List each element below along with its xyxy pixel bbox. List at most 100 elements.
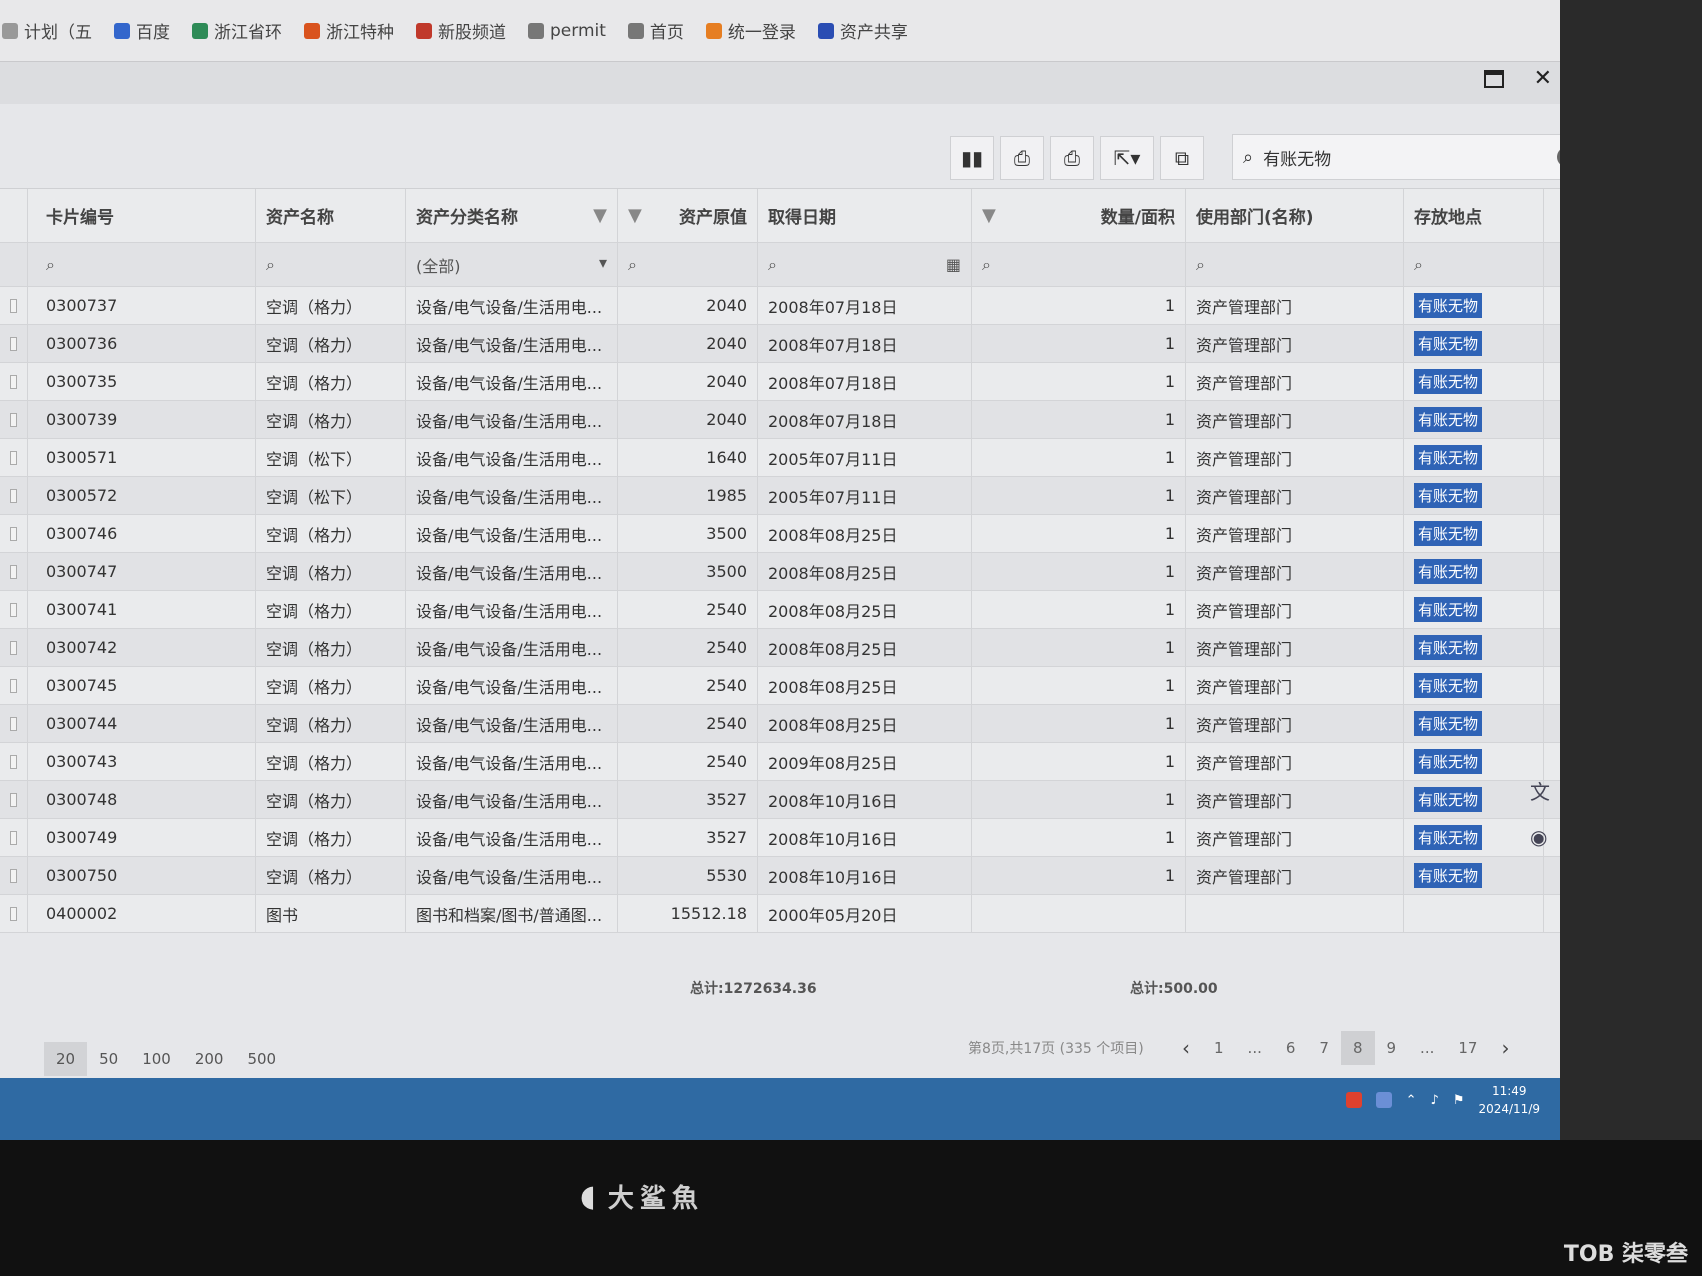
- volume-icon[interactable]: ♪: [1431, 1093, 1439, 1108]
- filter-acq-date[interactable]: ⌕ ▦: [758, 243, 972, 286]
- page-link[interactable]: 7: [1307, 1031, 1341, 1065]
- page-link[interactable]: 9: [1375, 1031, 1409, 1065]
- row-checkbox[interactable]: [10, 412, 17, 427]
- bookmark-item[interactable]: 资产共享: [817, 18, 908, 43]
- chart-button[interactable]: ▮▮: [950, 136, 994, 180]
- clock[interactable]: 11:49 2024/11/9: [1478, 1082, 1540, 1118]
- table-row[interactable]: 0300735 空调（格力） 设备/电气设备/生活用电... 2040 2008年07月…: [0, 363, 1560, 401]
- system-tray: ⌃ ♪ ⚑ 11:49 2024/11/9: [1345, 1082, 1540, 1118]
- close-icon[interactable]: ✕: [1534, 66, 1552, 91]
- row-checkbox[interactable]: [10, 602, 17, 617]
- flag-icon[interactable]: ⚑: [1453, 1093, 1465, 1108]
- table-row[interactable]: 0300571 空调（松下） 设备/电气设备/生活用电... 1640 2005年07月…: [0, 439, 1560, 477]
- filter-orig-value[interactable]: ⌕: [618, 243, 758, 286]
- row-checkbox[interactable]: [10, 792, 17, 807]
- table-row[interactable]: 0400002 图书 图书和档案/图书/普通图... 15512.18 2000年05月…: [0, 895, 1560, 933]
- table-row[interactable]: 0300742 空调（格力） 设备/电气设备/生活用电... 2540 2008年08月…: [0, 629, 1560, 667]
- header-acq-date[interactable]: 取得日期: [758, 189, 972, 242]
- row-checkbox[interactable]: [10, 906, 17, 921]
- page-size-option[interactable]: 20: [44, 1042, 88, 1076]
- network-icon[interactable]: ⌃: [1406, 1093, 1417, 1108]
- filter-icon[interactable]: ▼: [593, 205, 607, 226]
- header-dept[interactable]: 使用部门(名称): [1186, 189, 1404, 242]
- table-row[interactable]: 0300749 空调（格力） 设备/电气设备/生活用电... 3527 2008年10月…: [0, 819, 1560, 857]
- bookmark-item[interactable]: 浙江特种: [304, 18, 394, 43]
- filter-asset-name[interactable]: ⌕: [256, 243, 406, 286]
- row-select-cell: [0, 325, 28, 362]
- row-checkbox[interactable]: [10, 450, 17, 465]
- page-size-option[interactable]: 500: [235, 1042, 288, 1076]
- table-row[interactable]: 0300737 空调（格力） 设备/电气设备/生活用电... 2040 2008年07月…: [0, 287, 1560, 325]
- filter-icon[interactable]: ▼: [982, 205, 996, 226]
- row-checkbox[interactable]: [10, 868, 17, 883]
- table-row[interactable]: 0300736 空调（格力） 设备/电气设备/生活用电... 2040 2008年07月…: [0, 325, 1560, 363]
- cell-loc: 有账无物: [1404, 781, 1544, 818]
- header-orig-value[interactable]: ▼ 资产原值: [618, 189, 758, 242]
- page-link[interactable]: 6: [1274, 1031, 1308, 1065]
- table-row[interactable]: 0300739 空调（格力） 设备/电气设备/生活用电... 2040 2008年07月…: [0, 401, 1560, 439]
- bookmark-item[interactable]: 浙江省环: [192, 18, 282, 43]
- prev-page-icon[interactable]: ‹: [1170, 1028, 1202, 1068]
- row-checkbox[interactable]: [10, 830, 17, 845]
- assistant-icon[interactable]: ◉: [1530, 825, 1550, 849]
- search-input[interactable]: [1263, 147, 1557, 167]
- table-row[interactable]: 0300572 空调（松下） 设备/电气设备/生活用电... 1985 2005年07月…: [0, 477, 1560, 515]
- row-checkbox[interactable]: [10, 716, 17, 731]
- export-button[interactable]: ⇱▾: [1100, 136, 1154, 180]
- row-checkbox[interactable]: [10, 526, 17, 541]
- header-category[interactable]: 资产分类名称 ▼: [406, 189, 618, 242]
- row-checkbox[interactable]: [10, 298, 17, 313]
- bookmark-item[interactable]: permit: [528, 21, 606, 41]
- bookmark-item[interactable]: 百度: [114, 18, 170, 43]
- header-asset-name[interactable]: 资产名称: [256, 189, 406, 242]
- filter-category-select[interactable]: (全部) ▾: [406, 243, 618, 286]
- filter-icon[interactable]: ▼: [628, 205, 642, 226]
- print-preview-button[interactable]: ⎙: [1050, 136, 1094, 180]
- ime-icon[interactable]: [1345, 1092, 1362, 1108]
- table-row[interactable]: 0300741 空调（格力） 设备/电气设备/生活用电... 2540 2008年08月…: [0, 591, 1560, 629]
- page-size-option[interactable]: 50: [87, 1042, 130, 1076]
- header-location[interactable]: 存放地点: [1404, 189, 1544, 242]
- page-link[interactable]: 8: [1340, 1031, 1375, 1065]
- filter-quantity[interactable]: ⌕: [972, 243, 1186, 286]
- row-checkbox[interactable]: [10, 336, 17, 351]
- bookmark-item[interactable]: 新股频道: [416, 18, 506, 43]
- filter-card-no[interactable]: ⌕: [28, 243, 256, 286]
- print-button[interactable]: ⎙: [1000, 136, 1044, 180]
- table-row[interactable]: 0300750 空调（格力） 设备/电气设备/生活用电... 5530 2008年10月…: [0, 857, 1560, 895]
- page-size-option[interactable]: 100: [130, 1042, 183, 1076]
- header-card-no[interactable]: 卡片编号: [28, 189, 256, 242]
- page-size-option[interactable]: 200: [183, 1042, 236, 1076]
- bookmark-item[interactable]: 计划（五: [2, 18, 92, 43]
- bookmark-item[interactable]: 首页: [627, 18, 684, 43]
- help-icon[interactable]: [1375, 1092, 1392, 1108]
- cell-value-text: 2540: [706, 714, 747, 733]
- cell-cat: 设备/电气设备/生活用电...: [406, 477, 618, 514]
- row-checkbox[interactable]: [10, 374, 17, 389]
- bookmark-item[interactable]: 统一登录: [705, 18, 796, 43]
- row-checkbox[interactable]: [10, 488, 17, 503]
- filter-dept[interactable]: ⌕: [1186, 243, 1404, 286]
- cell-card-text: 0300746: [46, 524, 118, 543]
- page-link[interactable]: 1: [1202, 1031, 1236, 1065]
- calendar-icon[interactable]: ▦: [946, 255, 961, 274]
- page-link[interactable]: 17: [1446, 1031, 1489, 1065]
- filter-location[interactable]: ⌕: [1404, 243, 1544, 286]
- table-row[interactable]: 0300747 空调（格力） 设备/电气设备/生活用电... 3500 2008年08月…: [0, 553, 1560, 591]
- cell-card: 0300748: [28, 781, 256, 818]
- row-checkbox[interactable]: [10, 754, 17, 769]
- row-checkbox[interactable]: [10, 564, 17, 579]
- row-checkbox[interactable]: [10, 640, 17, 655]
- cell-dept-text: 资产管理部门: [1196, 829, 1293, 849]
- translate-icon[interactable]: 文: [1530, 776, 1550, 805]
- table-row[interactable]: 0300745 空调（格力） 设备/电气设备/生活用电... 2540 2008年08月…: [0, 667, 1560, 705]
- copy-button[interactable]: ⧉: [1160, 136, 1204, 180]
- maximize-icon[interactable]: [1483, 69, 1504, 88]
- table-row[interactable]: 0300744 空调（格力） 设备/电气设备/生活用电... 2540 2008年08月…: [0, 705, 1560, 743]
- header-quantity[interactable]: ▼ 数量/面积: [972, 189, 1186, 242]
- next-page-icon[interactable]: ›: [1489, 1028, 1521, 1068]
- table-row[interactable]: 0300746 空调（格力） 设备/电气设备/生活用电... 3500 2008年08月…: [0, 515, 1560, 553]
- row-checkbox[interactable]: [10, 678, 17, 693]
- table-row[interactable]: 0300748 空调（格力） 设备/电气设备/生活用电... 3527 2008年10月…: [0, 781, 1560, 819]
- table-row[interactable]: 0300743 空调（格力） 设备/电气设备/生活用电... 2540 2009年08月…: [0, 743, 1560, 781]
